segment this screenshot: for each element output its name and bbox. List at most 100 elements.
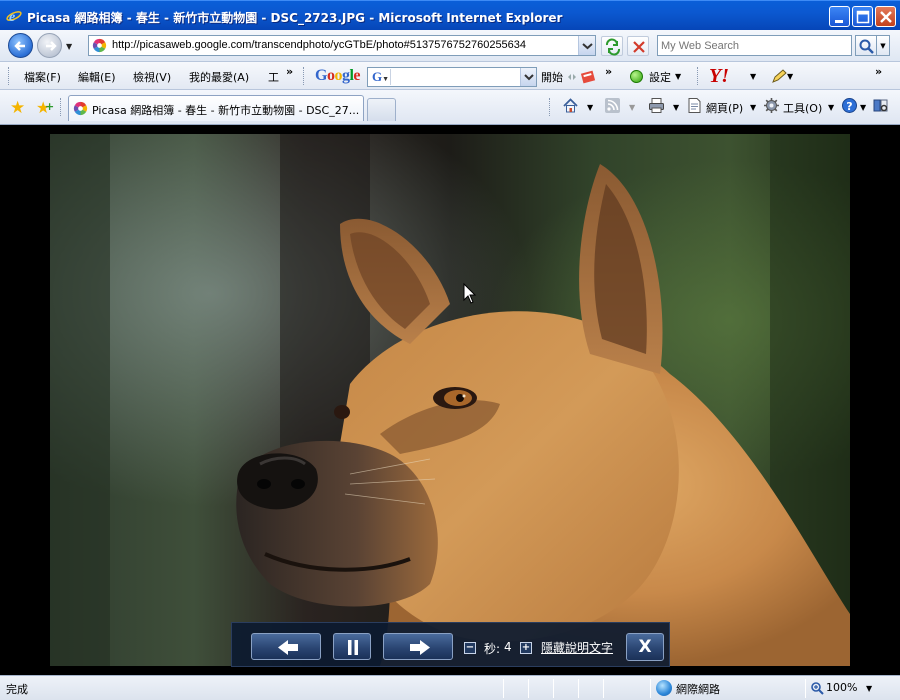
google-search-dropdown[interactable]	[520, 68, 536, 86]
title-bar: e Picasa 網路相簿 - 春生 - 新竹市立動物園 - DSC_2723.…	[0, 0, 900, 30]
tools-menu-button[interactable]: 工具(O)	[783, 100, 822, 116]
menu-toolbar: 檔案(F) 編輯(E) 檢視(V) 我的最愛(A) 工 » Google G▼ …	[0, 62, 900, 90]
bookmark-flag-icon[interactable]	[580, 68, 598, 85]
status-separator	[553, 679, 554, 698]
google-logo[interactable]: Google	[315, 67, 360, 85]
page-menu-button[interactable]: 網頁(P)	[706, 100, 743, 116]
status-separator	[603, 679, 604, 698]
increase-seconds-button[interactable]: +	[520, 642, 532, 654]
next-photo-button[interactable]	[383, 633, 453, 660]
zoom-icon	[811, 682, 824, 695]
menu-overflow-chevron-icon[interactable]: »	[286, 65, 293, 78]
status-separator	[503, 679, 504, 698]
svg-text:e: e	[9, 10, 15, 24]
help-icon[interactable]: ?	[841, 97, 858, 114]
globe-icon	[656, 680, 672, 696]
svg-text:+: +	[45, 100, 54, 113]
address-toolbar: ▼ http://picasaweb.google.com/transcendp…	[0, 30, 900, 62]
research-icon[interactable]	[872, 97, 889, 114]
hide-caption-link[interactable]: 隱藏說明文字	[541, 639, 613, 656]
toolbar-overflow-chevron-icon[interactable]: »	[875, 65, 882, 78]
yahoo-logo-icon[interactable]: Y!	[709, 65, 729, 88]
status-bar: 完成 網際網路 100% ▼	[0, 675, 900, 700]
stop-button[interactable]	[627, 36, 649, 56]
help-dropdown-icon[interactable]: ▼	[860, 103, 866, 112]
slideshow-controls: − 秒: 4 + 隱藏說明文字 X	[231, 622, 670, 667]
web-search-box[interactable]	[657, 35, 852, 56]
feeds-dropdown-icon[interactable]: ▼	[629, 103, 635, 112]
arrow-right-icon	[410, 640, 430, 655]
arrow-right-icon	[46, 41, 57, 51]
page-icon[interactable]	[686, 97, 703, 114]
page-dropdown-icon[interactable]: ▼	[750, 103, 756, 112]
toolbar-grip	[303, 67, 306, 85]
pause-icon	[348, 640, 358, 655]
status-separator	[650, 679, 651, 698]
decrease-seconds-button[interactable]: −	[464, 642, 476, 654]
print-icon[interactable]	[648, 97, 665, 114]
add-favorite-icon[interactable]: ★+	[36, 98, 54, 116]
menu-edit[interactable]: 編輯(E)	[78, 69, 116, 85]
pencil-dropdown-icon[interactable]: ▼	[787, 72, 793, 81]
forward-button[interactable]	[37, 33, 62, 58]
ie-logo-icon: e	[6, 10, 22, 24]
close-window-button[interactable]	[875, 6, 896, 27]
dog-photo[interactable]	[50, 134, 850, 666]
search-go-button[interactable]	[855, 35, 877, 56]
close-icon	[880, 11, 892, 23]
feeds-icon[interactable]	[604, 97, 621, 114]
close-slideshow-button[interactable]: X	[626, 633, 664, 661]
arrow-left-icon	[278, 640, 298, 655]
menu-tools-truncated[interactable]: 工	[268, 69, 279, 85]
security-zone[interactable]: 網際網路	[676, 681, 720, 697]
settings-dropdown-icon[interactable]: ▼	[675, 72, 681, 81]
minimize-button[interactable]	[829, 6, 850, 27]
settings-status-icon	[630, 70, 643, 83]
menu-file[interactable]: 檔案(F)	[24, 69, 61, 85]
home-icon[interactable]	[562, 97, 579, 114]
history-dropdown-icon[interactable]: ▼	[66, 42, 72, 51]
google-overflow-chevron-icon[interactable]: »	[605, 65, 612, 78]
address-bar[interactable]: http://picasaweb.google.com/transcendpho…	[88, 35, 596, 56]
pause-button[interactable]	[333, 633, 371, 660]
refresh-icon	[606, 38, 620, 56]
status-separator	[528, 679, 529, 698]
gear-icon[interactable]	[763, 97, 780, 114]
print-dropdown-icon[interactable]: ▼	[673, 103, 679, 112]
tab-label: Picasa 網路相簿 - 春生 - 新竹市立動物園 - DSC_27...	[92, 104, 360, 117]
home-dropdown-icon[interactable]: ▼	[587, 103, 593, 112]
status-separator	[805, 679, 806, 698]
address-url[interactable]: http://picasaweb.google.com/transcendpho…	[112, 39, 526, 51]
google-search-box[interactable]: G▼	[367, 67, 537, 87]
toolbar-grip	[697, 67, 700, 85]
minimize-icon	[835, 20, 843, 23]
refresh-button[interactable]	[601, 36, 623, 56]
google-settings-button[interactable]: 設定	[649, 69, 671, 85]
google-start-button[interactable]: 開始	[541, 69, 563, 85]
pencil-icon[interactable]	[770, 68, 788, 85]
seconds-value: 4	[504, 640, 512, 654]
new-tab-button[interactable]	[367, 98, 396, 121]
toolbar-grip	[549, 98, 552, 116]
address-dropdown-button[interactable]	[578, 36, 595, 55]
menu-favorites[interactable]: 我的最愛(A)	[189, 69, 249, 85]
maximize-button[interactable]	[852, 6, 873, 27]
favorites-star-icon[interactable]: ★	[10, 98, 25, 118]
status-separator	[578, 679, 579, 698]
stop-icon	[633, 41, 645, 53]
previous-photo-button[interactable]	[251, 633, 321, 660]
zoom-level[interactable]: 100%	[826, 681, 857, 694]
tools-dropdown-icon[interactable]: ▼	[828, 103, 834, 112]
back-button[interactable]	[8, 33, 33, 58]
search-options-dropdown[interactable]: ▼	[877, 35, 890, 56]
web-search-input[interactable]	[658, 36, 848, 55]
search-icon	[859, 39, 874, 54]
google-g-icon[interactable]: G▼	[369, 69, 391, 85]
menu-view[interactable]: 檢視(V)	[133, 69, 171, 85]
zoom-dropdown-icon[interactable]: ▼	[866, 684, 872, 693]
yahoo-dropdown-icon[interactable]: ▼	[750, 72, 756, 81]
toolbar-grip	[60, 98, 63, 116]
arrows-icon	[568, 74, 576, 80]
chevron-down-icon	[582, 43, 593, 50]
tab-picasa[interactable]: Picasa 網路相簿 - 春生 - 新竹市立動物園 - DSC_27...	[68, 95, 364, 121]
